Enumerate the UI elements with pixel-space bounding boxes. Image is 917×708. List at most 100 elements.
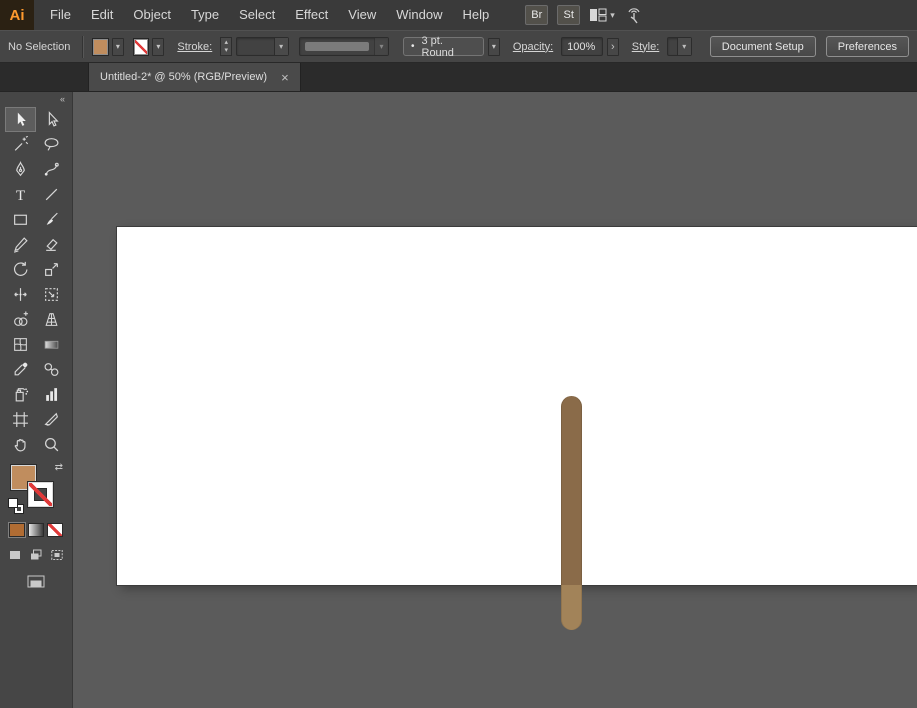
column-graph-tool[interactable] [36, 382, 67, 407]
stroke-swatch-dropdown[interactable]: ▾ [152, 38, 164, 56]
selection-tool[interactable] [5, 107, 36, 132]
gradient-tool[interactable] [36, 332, 67, 357]
lasso-icon [43, 136, 60, 153]
menu-file[interactable]: File [40, 0, 81, 30]
mesh-icon [12, 336, 29, 353]
workspace-switcher[interactable]: ▾ [589, 8, 615, 22]
chevron-down-icon[interactable]: ▾ [274, 38, 288, 55]
shaper-tool[interactable] [5, 232, 36, 257]
stepper-up-icon[interactable]: ▴ [221, 38, 231, 47]
change-screen-mode-button[interactable] [24, 573, 48, 590]
chevron-down-icon: ▾ [156, 42, 160, 51]
menu-help[interactable]: Help [452, 0, 499, 30]
chevron-down-icon: ▾ [116, 42, 120, 51]
stroke-weight-stepper[interactable]: ▴ ▾ [220, 37, 232, 56]
control-bar: No Selection ▾ ▾ Stroke: ▴ ▾ ▾ ▾ • 3 pt.… [0, 30, 917, 63]
default-fill-stroke-icon[interactable] [9, 499, 23, 513]
divider [82, 36, 83, 58]
workspace-layout-icon [589, 8, 607, 22]
menu-view[interactable]: View [338, 0, 386, 30]
stroke-swatch[interactable] [28, 482, 53, 507]
artboard[interactable] [117, 227, 917, 585]
fill-color-swatch[interactable] [93, 39, 108, 55]
opacity-menu-button[interactable]: › [607, 38, 619, 56]
touch-gesture-icon[interactable] [624, 6, 644, 24]
brush-definition-combo[interactable]: • 3 pt. Round [403, 37, 484, 56]
main-area: « [0, 92, 917, 708]
draw-inside-button[interactable] [49, 547, 66, 563]
column-graph-icon [43, 386, 60, 403]
slice-tool[interactable] [36, 407, 67, 432]
free-transform-tool[interactable] [36, 282, 67, 307]
style-combo[interactable]: ▾ [667, 37, 692, 56]
direct-selection-icon [43, 111, 60, 128]
opacity-label[interactable]: Opacity: [513, 41, 553, 53]
menu-select[interactable]: Select [229, 0, 285, 30]
rotate-tool[interactable] [5, 257, 36, 282]
menu-window[interactable]: Window [386, 0, 452, 30]
perspective-grid-tool[interactable] [36, 307, 67, 332]
chevron-down-icon: ▾ [374, 38, 388, 55]
width-tool[interactable] [5, 282, 36, 307]
menu-effect[interactable]: Effect [285, 0, 338, 30]
type-tool[interactable]: T [5, 182, 36, 207]
magic-wand-tool[interactable] [5, 132, 36, 157]
line-segment-tool[interactable] [36, 182, 67, 207]
hand-tool[interactable] [5, 432, 36, 457]
menu-edit[interactable]: Edit [81, 0, 123, 30]
fill-swatch-dropdown[interactable]: ▾ [112, 38, 124, 56]
artboard-tool[interactable] [5, 407, 36, 432]
blend-tool[interactable] [36, 357, 67, 382]
color-proxy-button[interactable] [9, 523, 25, 537]
lasso-tool[interactable] [36, 132, 67, 157]
eraser-tool[interactable] [36, 232, 67, 257]
curvature-icon [43, 161, 60, 178]
bridge-button[interactable]: Br [525, 5, 548, 25]
app-logo: Ai [0, 0, 34, 30]
paintbrush-tool[interactable] [36, 207, 67, 232]
none-proxy-button[interactable] [47, 523, 63, 537]
stroke-weight-combo[interactable]: ▾ [236, 37, 288, 56]
canvas-pasteboard[interactable] [73, 92, 917, 708]
eraser-icon [43, 236, 60, 253]
stock-button[interactable]: St [557, 5, 580, 25]
collapse-panel-icon[interactable]: « [0, 92, 72, 107]
stroke-weight-label[interactable]: Stroke: [177, 41, 212, 53]
chevron-down-icon: ▾ [610, 10, 615, 21]
rectangle-tool[interactable] [5, 207, 36, 232]
gradient-proxy-button[interactable] [28, 523, 44, 537]
mesh-tool[interactable] [5, 332, 36, 357]
none-slash-icon [29, 483, 52, 506]
opacity-combo[interactable]: 100% [561, 37, 603, 56]
preferences-button[interactable]: Preferences [826, 36, 909, 57]
zoom-tool[interactable] [36, 432, 67, 457]
gradient-icon [43, 336, 60, 353]
menu-items: File Edit Object Type Select Effect View… [40, 0, 499, 30]
stepper-down-icon[interactable]: ▾ [221, 47, 231, 56]
draw-mode-buttons [0, 547, 72, 563]
chevron-down-icon[interactable]: ▾ [677, 38, 691, 55]
curvature-tool[interactable] [36, 157, 67, 182]
chevron-down-icon: ▾ [492, 42, 496, 51]
brush-dropdown[interactable]: ▾ [488, 38, 500, 56]
menu-type[interactable]: Type [181, 0, 229, 30]
stroke-color-swatch[interactable] [134, 39, 149, 55]
slice-icon [43, 411, 60, 428]
eyedropper-tool[interactable] [5, 357, 36, 382]
style-label[interactable]: Style: [632, 41, 660, 53]
symbol-sprayer-tool[interactable] [5, 382, 36, 407]
direct-selection-tool[interactable] [36, 107, 67, 132]
draw-behind-button[interactable] [28, 547, 45, 563]
draw-normal-button[interactable] [7, 547, 24, 563]
close-tab-icon[interactable]: × [281, 71, 289, 84]
swap-fill-stroke-icon[interactable]: ⇄ [55, 462, 63, 473]
canvas-object-stick[interactable] [561, 396, 582, 630]
scale-tool[interactable] [36, 257, 67, 282]
document-setup-button[interactable]: Document Setup [710, 36, 816, 57]
document-tab[interactable]: Untitled-2* @ 50% (RGB/Preview) × [88, 63, 301, 91]
shape-builder-tool[interactable] [5, 307, 36, 332]
rectangle-icon [12, 211, 29, 228]
pen-tool[interactable] [5, 157, 36, 182]
menu-object[interactable]: Object [123, 0, 181, 30]
shape-builder-icon [12, 311, 29, 328]
